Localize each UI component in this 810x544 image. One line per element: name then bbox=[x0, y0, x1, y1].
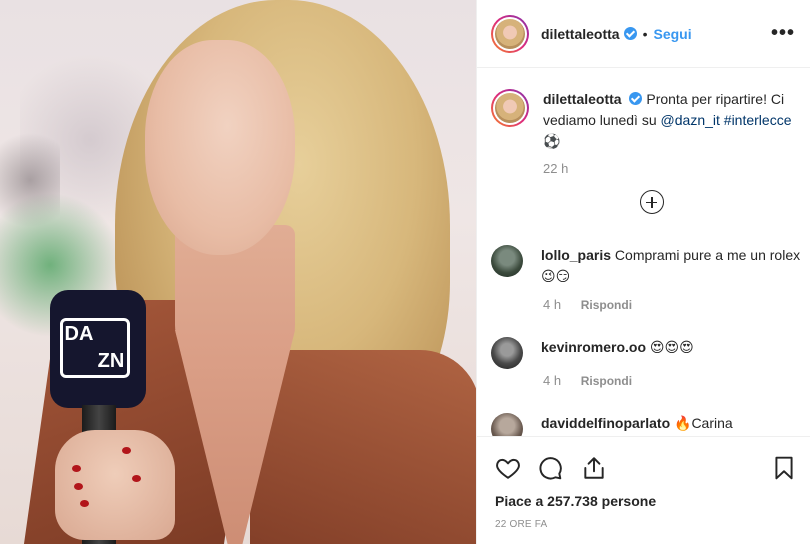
verified-badge-icon bbox=[623, 27, 637, 40]
comment-avatar[interactable] bbox=[491, 337, 523, 369]
load-more-comments-icon[interactable] bbox=[640, 190, 664, 214]
dazn-logo-bottom: ZN bbox=[97, 350, 125, 372]
mention-link[interactable]: @dazn_it bbox=[661, 112, 720, 128]
comment-meta: 4 h Rispondi bbox=[543, 297, 632, 312]
hashtag-link[interactable]: #interlecce bbox=[724, 112, 792, 128]
comment-username[interactable]: kevinromero.oo bbox=[541, 339, 646, 355]
post-photo[interactable]: DA ZN bbox=[0, 0, 476, 544]
soccer-ball-emoji: ⚽ bbox=[543, 133, 561, 149]
comment-username[interactable]: daviddelfinoparlato bbox=[541, 415, 670, 431]
comments-list[interactable]: dilettaleotta Pronta per ripartire! Ci v… bbox=[477, 69, 810, 436]
more-options-icon[interactable]: ••• bbox=[771, 22, 795, 45]
dazn-logo: DA ZN bbox=[60, 318, 130, 378]
header-username[interactable]: dilettaleotta bbox=[541, 26, 620, 42]
avatar[interactable] bbox=[491, 14, 529, 53]
comment-bubble-icon[interactable] bbox=[537, 455, 563, 481]
comment-username[interactable]: lollo_paris bbox=[541, 247, 611, 263]
comment-item: lollo_paris Comprami pure a me un rolex😉… bbox=[491, 245, 801, 287]
red-nails bbox=[70, 445, 150, 525]
bookmark-icon[interactable] bbox=[771, 455, 797, 481]
likes-count[interactable]: Piace a 257.738 persone bbox=[495, 493, 656, 509]
reply-button[interactable]: Rispondi bbox=[581, 374, 632, 388]
face-shape bbox=[145, 40, 295, 255]
post-timestamp: 22 ORE FA bbox=[495, 519, 548, 530]
like-heart-icon[interactable] bbox=[495, 455, 521, 481]
comment-meta: 4 h Rispondi bbox=[543, 373, 632, 388]
comment-text: 🔥Carina bbox=[674, 415, 733, 431]
caption-time-text: 22 h bbox=[543, 161, 569, 176]
dazn-logo-top: DA bbox=[64, 323, 94, 345]
comment-time: 4 h bbox=[543, 373, 562, 388]
comment-item: kevinromero.oo 😍😍😍 bbox=[491, 337, 801, 369]
jacket-right bbox=[250, 350, 476, 544]
follow-button[interactable]: Segui bbox=[653, 26, 691, 42]
post-actions: Piace a 257.738 persone 22 ORE FA bbox=[477, 436, 810, 544]
caption-time: 22 h bbox=[543, 161, 568, 176]
avatar-image bbox=[495, 18, 525, 49]
reply-button[interactable]: Rispondi bbox=[581, 298, 632, 312]
comment-time: 4 h bbox=[543, 297, 562, 312]
comment-item: daviddelfinoparlato 🔥Carina bbox=[491, 413, 801, 436]
comment-text: 😍😍😍 bbox=[649, 339, 694, 355]
comment-avatar[interactable] bbox=[491, 413, 523, 436]
post-header: dilettaleotta • Segui ••• bbox=[477, 0, 810, 68]
caption: dilettaleotta Pronta per ripartire! Ci v… bbox=[491, 89, 805, 152]
caption-avatar[interactable] bbox=[491, 89, 529, 127]
caption-avatar-image bbox=[495, 93, 525, 123]
caption-username[interactable]: dilettaleotta bbox=[543, 91, 622, 107]
share-icon[interactable] bbox=[581, 455, 607, 481]
comment-avatar[interactable] bbox=[491, 245, 523, 277]
header-separator: • bbox=[642, 25, 648, 42]
verified-badge-icon bbox=[629, 92, 643, 105]
post-side-panel: dilettaleotta • Segui ••• dilettaleotta … bbox=[476, 0, 810, 544]
